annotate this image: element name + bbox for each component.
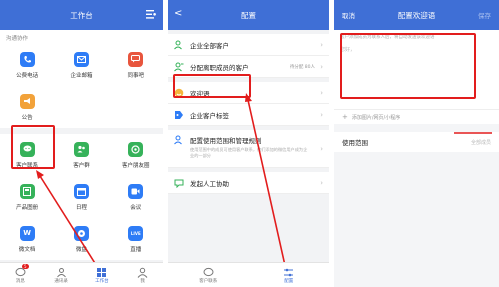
profile-icon <box>137 267 148 278</box>
config-panel: < 配置 企业全部客户 › 分配离职成员的客户 待分配 80人 › 欢迎语 › … <box>168 0 329 287</box>
tab-label: 我 <box>140 278 145 284</box>
unread-badge: 5 <box>22 264 29 269</box>
tab-me[interactable]: 我 <box>122 263 163 287</box>
tab-workbench[interactable]: 工作台 <box>82 263 123 287</box>
tab-customer-contact[interactable]: 客户联系 <box>168 263 249 287</box>
tab-config[interactable]: 配置 <box>249 263 330 287</box>
tab-bar: 客户联系 配置 <box>168 262 329 287</box>
tab-label: 客户联系 <box>199 278 218 284</box>
tab-bar: 消息 5 通讯录 工作台 我 <box>0 262 163 287</box>
welcome-config-panel: 取消 配置欢迎语 保存 客户添加成员为联系人后，将自动发送该欢迎语 您好， + … <box>334 0 499 287</box>
tab-label: 消息 <box>15 278 25 284</box>
customer-contact-icon <box>203 267 214 276</box>
underline-mark <box>454 132 492 134</box>
tab-label: 通讯录 <box>54 278 68 284</box>
tab-label: 配置 <box>284 278 294 284</box>
tab-messages[interactable]: 消息 5 <box>0 263 41 287</box>
pointer-arrow <box>36 170 99 269</box>
workbench-panel: 工作台 沟通协作 公费电话 企业邮箱 同事吧 公告 客户联系 客户群 客户朋友圈… <box>0 0 163 287</box>
tab-contacts[interactable]: 通讯录 <box>41 263 82 287</box>
config-sliders-icon <box>284 268 294 276</box>
pointer-arrow <box>245 93 287 271</box>
workbench-grid-icon <box>97 267 107 277</box>
tab-label: 工作台 <box>95 278 109 284</box>
contacts-icon <box>56 267 66 277</box>
